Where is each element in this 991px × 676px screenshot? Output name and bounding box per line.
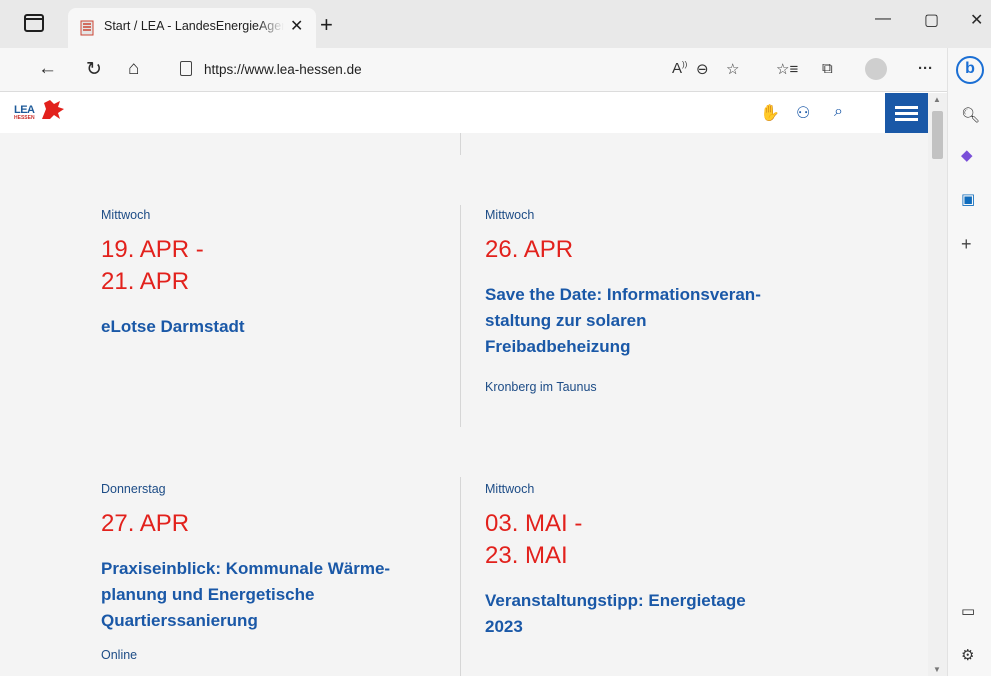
lion-icon (42, 100, 64, 119)
hessen-favicon-icon (80, 20, 94, 36)
event-date: 03. MAI - 23. MAI (485, 510, 583, 569)
column-divider (460, 133, 461, 155)
web-page: LEA HESSEN ✋ ⚇ ⌕ Mittwoch 19. APR - 21. … (0, 93, 928, 676)
browser-tab[interactable]: Start / LEA - LandesEnergieAgentur Hesse… (68, 8, 316, 48)
event-date: 27. APR (101, 510, 190, 537)
zoom-icon[interactable]: ⊖ (696, 60, 709, 78)
new-tab-button[interactable]: + (320, 12, 333, 38)
close-window-button[interactable]: ✕ (970, 10, 983, 30)
event-location: Online (101, 648, 138, 662)
column-divider (460, 477, 461, 676)
maximize-button[interactable]: ▢ (924, 10, 939, 30)
outlook-icon[interactable]: ▣ (961, 190, 975, 208)
sign-language-icon[interactable]: ✋ (760, 103, 780, 123)
event-weekday: Donnerstag (101, 482, 166, 496)
event-date: 19. APR - 21. APR (101, 236, 204, 295)
copilot-icon[interactable]: ◆ (961, 146, 973, 164)
event-weekday: Mittwoch (485, 482, 535, 496)
lea-logo[interactable]: LEA HESSEN (14, 97, 84, 127)
search-icon[interactable]: ⌕ (834, 103, 843, 121)
settings-icon[interactable]: ⚙ (961, 646, 974, 664)
url-text: https://www.lea-hessen.de (204, 62, 362, 77)
minimize-button[interactable]: — (875, 10, 891, 28)
search-icon[interactable]: 🔍︎ (961, 106, 980, 124)
event-location: Kronberg im Taunus (485, 380, 597, 394)
tab-actions-icon[interactable] (24, 14, 44, 32)
refresh-icon[interactable]: ↻ (86, 58, 102, 81)
site-info-icon[interactable] (180, 61, 192, 76)
event-card[interactable]: Mittwoch 03. MAI - 23. MAI Veranstaltung… (485, 482, 825, 640)
event-date: 26. APR (485, 236, 574, 263)
address-bar-row: ← ↻ ⌂ https://www.lea-hessen.de A)) ⊖ ☆ … (0, 48, 991, 92)
back-icon[interactable]: ← (38, 58, 57, 80)
event-title[interactable]: eLotse Darmstadt (101, 314, 441, 340)
event-title[interactable]: Praxiseinblick: Kommunale Wärme- planung… (101, 556, 441, 634)
add-favorite-icon[interactable]: ☆ (726, 60, 739, 78)
collections-icon[interactable]: ⧉ (822, 60, 833, 77)
page-scrollbar[interactable]: ▲ ▼ (928, 93, 947, 676)
event-title[interactable]: Save the Date: Informationsveran- staltu… (485, 282, 825, 360)
sidebar-toggle-icon[interactable]: ▭ (961, 602, 975, 620)
read-aloud-icon[interactable]: A)) (672, 60, 687, 77)
add-icon[interactable]: + (961, 234, 972, 255)
easy-language-icon[interactable]: ⚇ (796, 103, 810, 123)
scroll-up-icon[interactable]: ▲ (933, 95, 941, 104)
bing-chat-button[interactable]: b (956, 56, 984, 84)
event-weekday: Mittwoch (485, 208, 535, 222)
edge-sidebar: b 🔍︎ ◆ ▣ + ▭ ⚙ (947, 48, 991, 676)
event-weekday: Mittwoch (101, 208, 151, 222)
scrollbar-thumb[interactable] (932, 111, 943, 159)
event-card[interactable]: Donnerstag 27. APR Praxiseinblick: Kommu… (101, 482, 441, 662)
site-header: LEA HESSEN ✋ ⚇ ⌕ (0, 93, 928, 133)
favorites-icon[interactable]: ☆≡ (776, 60, 798, 78)
logo-subtext: HESSEN (14, 115, 35, 121)
scroll-down-icon[interactable]: ▼ (933, 665, 941, 674)
event-card[interactable]: Mittwoch 26. APR Save the Date: Informat… (485, 208, 825, 394)
menu-button[interactable] (885, 93, 928, 133)
profile-icon[interactable] (865, 58, 887, 80)
column-divider (460, 205, 461, 427)
tab-close-icon[interactable]: ✕ (290, 16, 303, 36)
tab-title: Start / LEA - LandesEnergieAgentur Hesse… (104, 19, 284, 33)
event-card[interactable]: Mittwoch 19. APR - 21. APR eLotse Darmst… (101, 208, 441, 340)
browser-tab-bar: Start / LEA - LandesEnergieAgentur Hesse… (0, 0, 991, 48)
event-title[interactable]: Veranstaltungstipp: Energietage 2023 (485, 588, 825, 640)
more-icon[interactable]: ··· (918, 60, 933, 77)
home-icon[interactable]: ⌂ (128, 58, 139, 80)
